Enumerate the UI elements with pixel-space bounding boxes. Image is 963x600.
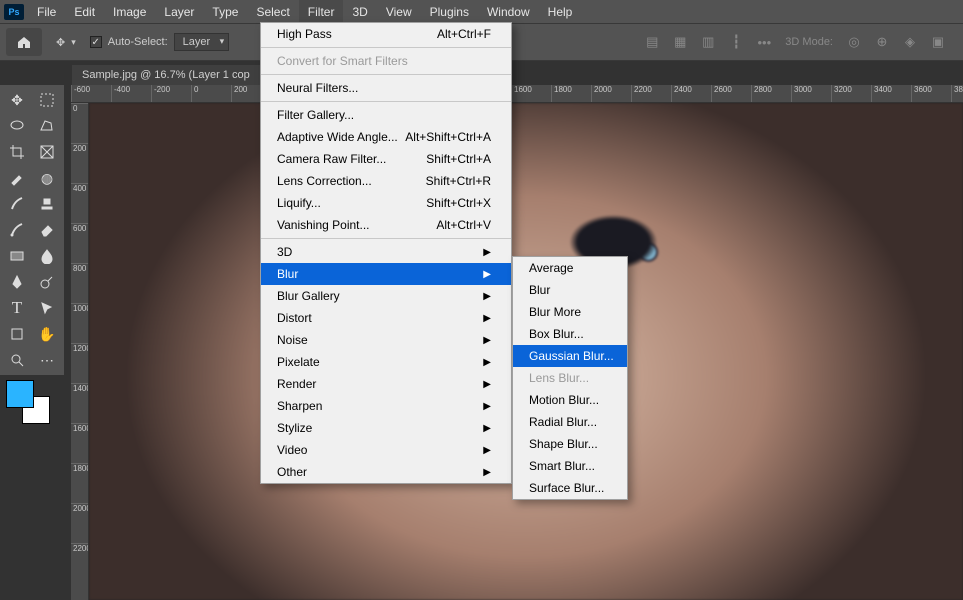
fg-color-swatch[interactable] [6,380,34,408]
filter-item-noise[interactable]: Noise▶ [261,329,511,351]
blur-item-lens-blur: Lens Blur... [513,367,627,389]
eraser-tool[interactable] [32,217,62,243]
menu-select[interactable]: Select [247,0,298,23]
doc-tab[interactable]: Sample.jpg @ 16.7% (Layer 1 cop × [72,65,276,85]
filter-item-lens-correction[interactable]: Lens Correction...Shift+Ctrl+R [261,170,511,192]
blur-item-gaussian-blur[interactable]: Gaussian Blur... [513,345,627,367]
blur-item-shape-blur[interactable]: Shape Blur... [513,433,627,455]
home-icon [16,34,32,50]
doc-tab-label: Sample.jpg @ 16.7% (Layer 1 cop [82,69,250,81]
align-left-icon[interactable]: ▤ [645,35,659,49]
marquee-tool[interactable] [32,87,62,113]
dodge-tool[interactable] [32,269,62,295]
filter-item-adaptive-wide-angle[interactable]: Adaptive Wide Angle...Alt+Shift+Ctrl+A [261,126,511,148]
eyedropper-tool[interactable] [2,165,32,191]
filter-item-vanishing-point[interactable]: Vanishing Point...Alt+Ctrl+V [261,214,511,236]
brush-tool[interactable] [2,191,32,217]
app-logo[interactable]: Ps [4,4,24,20]
menu-file[interactable]: File [28,0,65,23]
filter-item-high-pass[interactable]: High PassAlt+Ctrl+F [261,23,511,45]
filter-item-3d[interactable]: 3D▶ [261,241,511,263]
menu-3d[interactable]: 3D [343,0,376,23]
hand-tool[interactable]: ✋ [32,321,62,347]
blur-item-blur-more[interactable]: Blur More [513,301,627,323]
menubar: Ps File Edit Image Layer Type Select Fil… [0,0,963,23]
menu-help[interactable]: Help [539,0,582,23]
blur-tool[interactable] [32,243,62,269]
edit-toolbar[interactable]: ⋯ [32,347,62,373]
ruler-vertical: 0200400600800100012001400160018002000220… [71,103,89,600]
filter-item-video[interactable]: Video▶ [261,439,511,461]
blur-item-radial-blur[interactable]: Radial Blur... [513,411,627,433]
filter-item-convert-for-smart-filters: Convert for Smart Filters [261,50,511,72]
heal-tool[interactable]: ◍ [32,165,62,191]
filter-item-blur-gallery[interactable]: Blur Gallery▶ [261,285,511,307]
crop-tool[interactable] [2,139,32,165]
menu-layer[interactable]: Layer [155,0,203,23]
3d-mode-label: 3D Mode: [785,36,833,48]
filter-menu-dropdown: High PassAlt+Ctrl+F Convert for Smart Fil… [260,22,512,484]
filter-item-distort[interactable]: Distort▶ [261,307,511,329]
menu-window[interactable]: Window [478,0,539,23]
filter-item-other[interactable]: Other▶ [261,461,511,483]
menu-type[interactable]: Type [203,0,247,23]
type-tool[interactable]: T [2,295,32,321]
autoselect-label: Auto-Select: [108,36,168,48]
pen-tool[interactable] [2,269,32,295]
toolbox: ✥ ◍ T ✋ ⋯ [0,85,64,375]
move-icon: ✥ [56,36,65,49]
blur-item-surface-blur[interactable]: Surface Blur... [513,477,627,499]
blur-item-smart-blur[interactable]: Smart Blur... [513,455,627,477]
blur-submenu: AverageBlurBlur MoreBox Blur...Gaussian … [512,256,628,500]
target-select[interactable]: Layer [174,33,230,51]
zoom-tool[interactable] [2,347,32,373]
gradient-tool[interactable] [2,243,32,269]
autoselect-checkbox[interactable]: ✓ [90,36,102,48]
blur-item-motion-blur[interactable]: Motion Blur... [513,389,627,411]
polygon-lasso-tool[interactable] [32,113,62,139]
frame-tool[interactable] [32,139,62,165]
orbit-icon[interactable]: ◎ [847,35,861,49]
filter-item-camera-raw-filter[interactable]: Camera Raw Filter...Shift+Ctrl+A [261,148,511,170]
blur-item-box-blur[interactable]: Box Blur... [513,323,627,345]
move-tool[interactable]: ✥ [2,87,32,113]
menu-view[interactable]: View [377,0,421,23]
filter-item-stylize[interactable]: Stylize▶ [261,417,511,439]
color-swatches[interactable] [6,380,56,430]
menu-edit[interactable]: Edit [65,0,104,23]
menu-filter[interactable]: Filter [299,0,344,23]
filter-item-pixelate[interactable]: Pixelate▶ [261,351,511,373]
menu-image[interactable]: Image [104,0,155,23]
align-right-icon[interactable]: ▥ [701,35,715,49]
blur-item-average[interactable]: Average [513,257,627,279]
align-center-icon[interactable]: ▦ [673,35,687,49]
stamp-tool[interactable] [32,191,62,217]
more-icon[interactable]: ••• [757,35,771,49]
filter-item-neural-filters[interactable]: Neural Filters... [261,77,511,99]
filter-item-filter-gallery[interactable]: Filter Gallery... [261,104,511,126]
history-brush-tool[interactable] [2,217,32,243]
pan-icon[interactable]: ⊕ [875,35,889,49]
filter-item-liquify[interactable]: Liquify...Shift+Ctrl+X [261,192,511,214]
camera-icon[interactable]: ▣ [931,35,945,49]
filter-item-render[interactable]: Render▶ [261,373,511,395]
filter-item-sharpen[interactable]: Sharpen▶ [261,395,511,417]
filter-item-blur[interactable]: Blur▶ [261,263,511,285]
ruler-horizontal: -600-400-2000200400600800100012001400160… [71,85,963,103]
menu-plugins[interactable]: Plugins [421,0,478,23]
home-button[interactable] [6,28,42,56]
shape-tool[interactable] [2,321,32,347]
blur-item-blur[interactable]: Blur [513,279,627,301]
path-select-tool[interactable] [32,295,62,321]
distribute-icon[interactable]: ┇ [729,35,743,49]
dolly-icon[interactable]: ◈ [903,35,917,49]
lasso-tool[interactable] [2,113,32,139]
